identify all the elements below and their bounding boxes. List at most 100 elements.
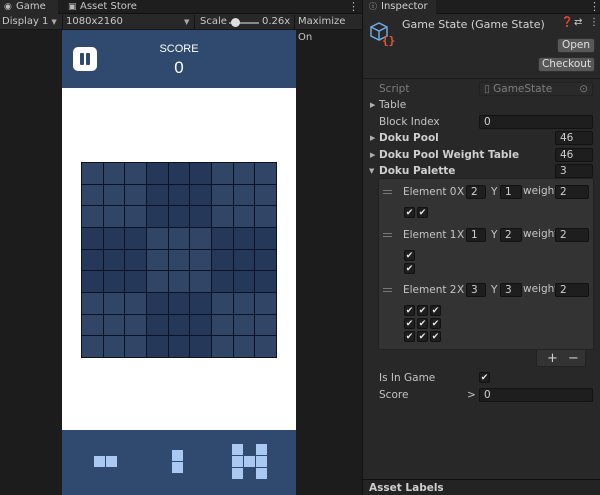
board-cell[interactable]: [82, 184, 103, 206]
board-cell[interactable]: [146, 227, 168, 249]
board-cell[interactable]: [255, 314, 276, 336]
element-1-weight-field[interactable]: 2: [555, 228, 589, 242]
doku-pool-weight-size-field[interactable]: 46: [555, 148, 593, 162]
board-cell[interactable]: [233, 336, 255, 357]
board-cell[interactable]: [233, 271, 255, 292]
board-cell[interactable]: [233, 292, 255, 314]
shape-cell-checkbox[interactable]: ✔: [430, 318, 441, 329]
board-cell[interactable]: [125, 227, 146, 249]
board-cell[interactable]: [146, 271, 168, 292]
board-cell[interactable]: [146, 163, 168, 184]
display-dropdown[interactable]: Display 1 ▼: [2, 14, 62, 30]
shape-cell-checkbox[interactable]: ✔: [404, 318, 415, 329]
board-cell[interactable]: [103, 271, 125, 292]
element-0-weight-field[interactable]: 2: [555, 185, 589, 199]
remove-element-button[interactable]: −: [568, 350, 579, 367]
board-cell[interactable]: [190, 314, 211, 336]
board-cell[interactable]: [125, 249, 146, 271]
board-cell[interactable]: [125, 206, 146, 227]
shape-cell-checkbox[interactable]: ✔: [404, 263, 415, 274]
preset-icon[interactable]: ⇄: [574, 17, 582, 28]
board-cell[interactable]: [190, 227, 211, 249]
block-index-field[interactable]: 0: [479, 115, 593, 129]
board-cell[interactable]: [255, 271, 276, 292]
board-cell[interactable]: [82, 163, 103, 184]
chevron-right-icon[interactable]: ▶: [370, 147, 375, 163]
board-cell[interactable]: [82, 314, 103, 336]
board-cell[interactable]: [255, 249, 276, 271]
board-cell[interactable]: [146, 292, 168, 314]
board-cell[interactable]: [211, 271, 233, 292]
board-cell[interactable]: [211, 206, 233, 227]
board-cell[interactable]: [82, 292, 103, 314]
shape-cell-checkbox[interactable]: ✔: [404, 250, 415, 261]
element-2-weight-field[interactable]: 2: [555, 283, 589, 297]
board-cell[interactable]: [82, 271, 103, 292]
piece-vertical-domino[interactable]: [172, 450, 183, 473]
board-cell[interactable]: [125, 336, 146, 357]
board-cell[interactable]: [190, 249, 211, 271]
tab-game[interactable]: ◉ Game: [0, 0, 58, 14]
board-cell[interactable]: [103, 249, 125, 271]
game-board[interactable]: [81, 162, 277, 358]
board-cell[interactable]: [255, 336, 276, 357]
element-2-y-field[interactable]: 3: [500, 283, 522, 297]
shape-cell-checkbox[interactable]: ✔: [404, 331, 415, 342]
board-cell[interactable]: [190, 271, 211, 292]
board-cell[interactable]: [103, 314, 125, 336]
drag-handle-icon[interactable]: [383, 190, 392, 196]
board-cell[interactable]: [255, 292, 276, 314]
board-cell[interactable]: [255, 227, 276, 249]
board-cell[interactable]: [233, 163, 255, 184]
shape-cell-checkbox[interactable]: ✔: [430, 331, 441, 342]
score-field[interactable]: 0: [479, 388, 593, 402]
drag-handle-icon[interactable]: [383, 233, 392, 239]
board-cell[interactable]: [103, 184, 125, 206]
piece-horizontal-domino[interactable]: [94, 456, 117, 467]
board-cell[interactable]: [211, 227, 233, 249]
board-cell[interactable]: [190, 206, 211, 227]
board-cell[interactable]: [168, 336, 190, 357]
board-cell[interactable]: [190, 163, 211, 184]
piece-h-pentomino[interactable]: [232, 444, 267, 479]
element-1-x-field[interactable]: 1: [466, 228, 486, 242]
board-cell[interactable]: [103, 163, 125, 184]
board-cell[interactable]: [255, 184, 276, 206]
board-cell[interactable]: [103, 206, 125, 227]
board-cell[interactable]: [82, 249, 103, 271]
board-cell[interactable]: [233, 249, 255, 271]
drag-handle-icon[interactable]: [383, 288, 392, 294]
board-cell[interactable]: [211, 249, 233, 271]
board-cell[interactable]: [211, 336, 233, 357]
board-cell[interactable]: [211, 314, 233, 336]
more-options-icon[interactable]: ⋮: [589, 17, 599, 28]
more-options-icon[interactable]: ⋮: [348, 0, 359, 14]
resolution-dropdown[interactable]: 1080x2160 ▼: [66, 14, 191, 30]
doku-palette-size-field[interactable]: 3: [555, 164, 593, 178]
table-row[interactable]: ▶ Table: [363, 97, 600, 113]
shape-cell-checkbox[interactable]: ✔: [404, 305, 415, 316]
element-0-y-field[interactable]: 1: [500, 185, 522, 199]
board-cell[interactable]: [168, 184, 190, 206]
board-cell[interactable]: [146, 249, 168, 271]
board-cell[interactable]: [82, 227, 103, 249]
board-cell[interactable]: [82, 336, 103, 357]
shape-cell-checkbox[interactable]: ✔: [417, 318, 428, 329]
shape-cell-checkbox[interactable]: ✔: [417, 207, 428, 218]
board-cell[interactable]: [146, 336, 168, 357]
board-cell[interactable]: [125, 184, 146, 206]
tab-inspector[interactable]: ⓘ Inspector: [363, 0, 436, 14]
add-element-button[interactable]: +: [547, 350, 558, 367]
board-cell[interactable]: [125, 271, 146, 292]
board-cell[interactable]: [255, 163, 276, 184]
board-cell[interactable]: [211, 292, 233, 314]
doku-pool-size-field[interactable]: 46: [555, 131, 593, 145]
is-in-game-checkbox[interactable]: ✔: [479, 372, 490, 383]
board-cell[interactable]: [125, 163, 146, 184]
board-cell[interactable]: [211, 163, 233, 184]
chevron-right-icon[interactable]: ▶: [370, 97, 375, 113]
shape-cell-checkbox[interactable]: ✔: [417, 305, 428, 316]
more-options-icon[interactable]: ⋮: [589, 0, 600, 14]
element-2-x-field[interactable]: 3: [466, 283, 486, 297]
asset-labels-bar[interactable]: Asset Labels: [363, 479, 600, 495]
